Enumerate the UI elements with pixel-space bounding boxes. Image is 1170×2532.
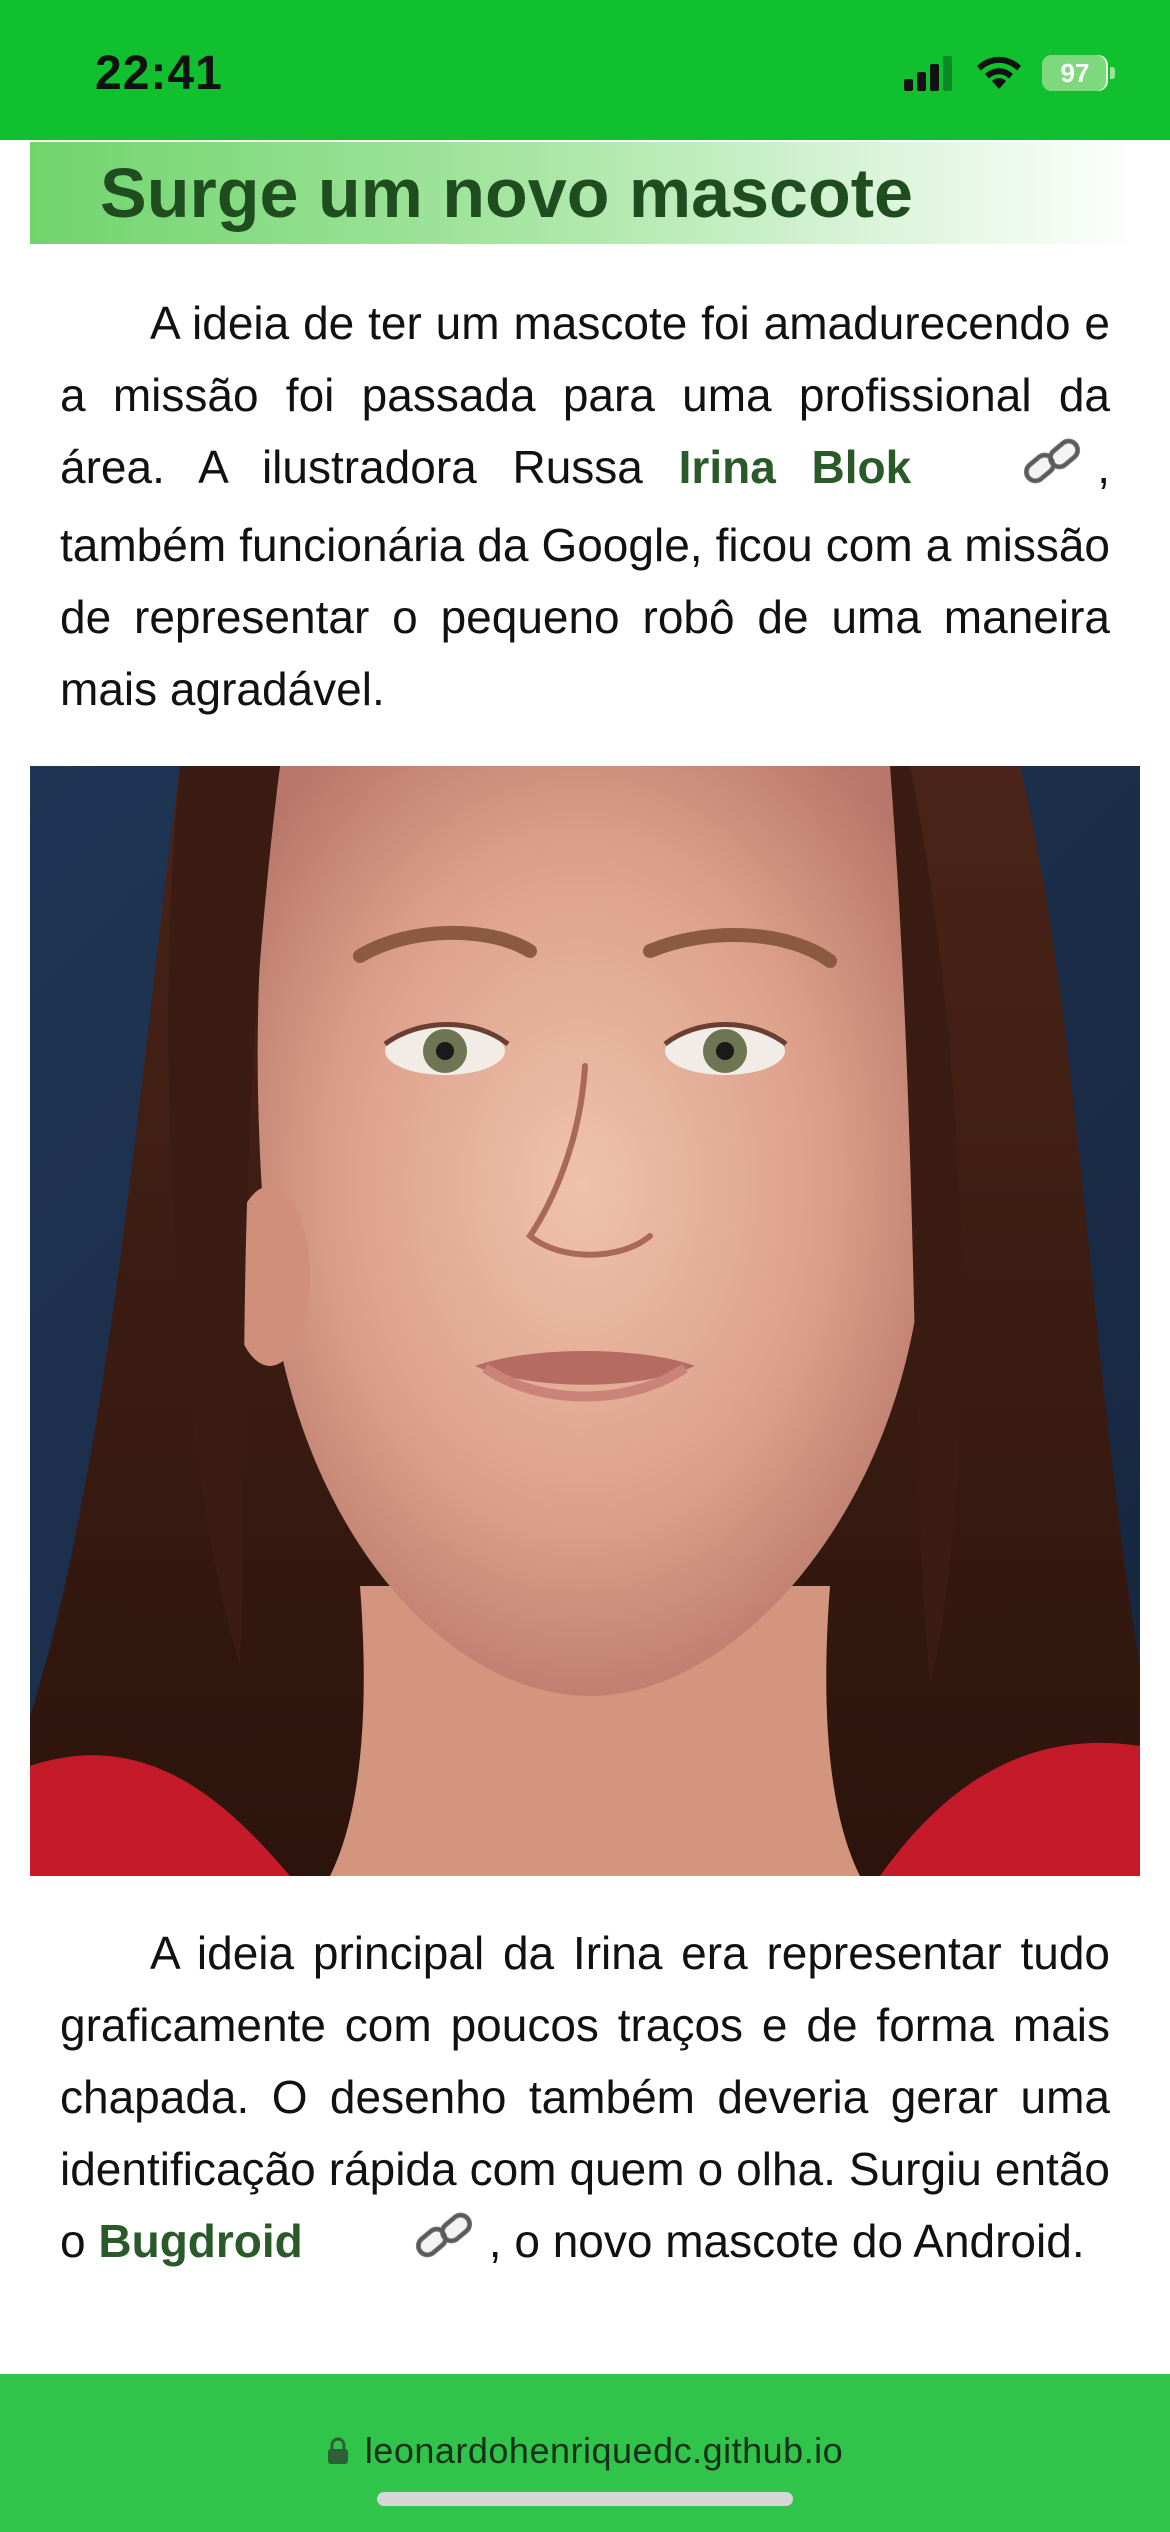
battery-percent: 97 [1060, 57, 1090, 88]
address-bar[interactable]: leonardohenriquedc.github.io [0, 2430, 1170, 2472]
home-indicator[interactable] [377, 2492, 793, 2506]
browser-bottom-bar: leonardohenriquedc.github.io [0, 2374, 1170, 2532]
battery-tip [1110, 67, 1115, 79]
link-chain-icon[interactable] [931, 435, 1085, 509]
paragraph-irina: A ideia de ter um mascote foi amadurecen… [60, 287, 1110, 725]
wifi-icon [977, 56, 1021, 89]
signal-icon [904, 56, 952, 91]
irina-blok-link[interactable]: Irina Blok [679, 441, 912, 493]
battery-icon: 97 [1042, 55, 1108, 91]
lock-icon [327, 2437, 348, 2464]
status-bar: 22:41 97 [0, 0, 1170, 140]
paragraph-text-tail: , o novo mascote do Android. [488, 2215, 1085, 2267]
status-time: 22:41 [95, 47, 223, 100]
section-heading-bar: Surge um novo mascote [30, 142, 1140, 244]
status-icons: 97 [904, 50, 1115, 96]
paragraph-bugdroid: A ideia principal da Irina era represent… [60, 1917, 1110, 2283]
section-heading: Surge um novo mascote [100, 154, 913, 232]
link-chain-icon[interactable] [323, 2209, 477, 2283]
bugdroid-link[interactable]: Bugdroid [98, 2215, 302, 2267]
url-text[interactable]: leonardohenriquedc.github.io [365, 2430, 843, 2472]
irina-blok-photo [30, 766, 1140, 1876]
